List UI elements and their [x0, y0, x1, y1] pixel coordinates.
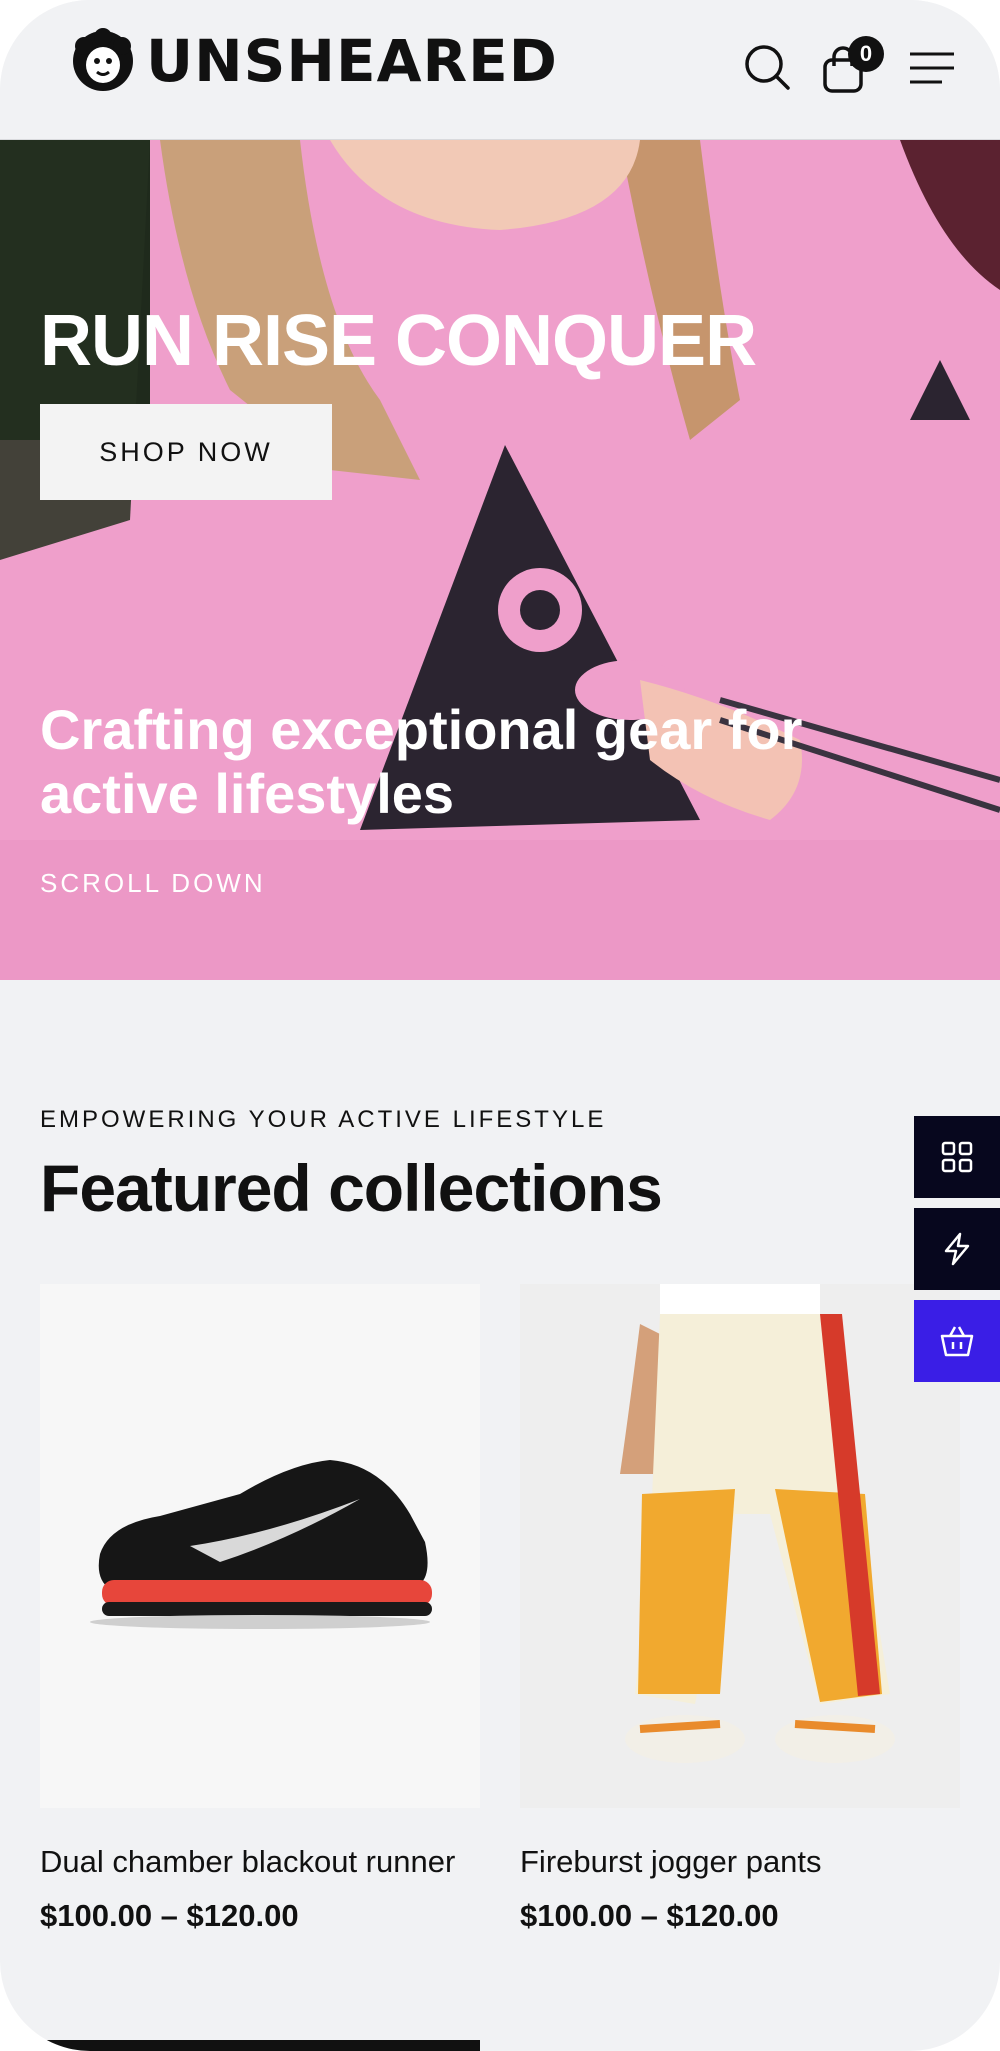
lightning-icon — [944, 1232, 970, 1266]
hamburger-menu-icon[interactable] — [906, 42, 958, 94]
product-price: $100.00 – $120.00 — [520, 1898, 779, 1933]
brand-logo[interactable]: UNSHEARED — [70, 27, 558, 95]
product-name[interactable]: Dual chamber blackout runner — [40, 1842, 480, 1882]
side-lightning-button[interactable] — [914, 1208, 1000, 1290]
scroll-down-link[interactable]: SCROLL DOWN — [40, 868, 266, 899]
grid-icon — [941, 1141, 973, 1173]
app-screen: UNSHEARED 0 RUN RISE CONQUER SHOP NOW Cr… — [0, 0, 1000, 2051]
product-image-sneaker[interactable] — [40, 1284, 480, 1808]
product-image-jogger[interactable] — [520, 1284, 960, 1808]
hero-banner: RUN RISE CONQUER SHOP NOW Crafting excep… — [0, 140, 1000, 980]
side-grid-button[interactable] — [914, 1116, 1000, 1198]
product-card[interactable]: Dual chamber blackout runner $100.00 – $… — [40, 1284, 480, 1934]
product-card[interactable]: Fireburst jogger pants $100.00 – $120.00 — [520, 1284, 960, 1934]
product-name[interactable]: Fireburst jogger pants — [520, 1842, 960, 1882]
product-price: $100.00 – $120.00 — [40, 1898, 299, 1933]
section-eyebrow: EMPOWERING YOUR ACTIVE LIFESTYLE — [40, 1106, 607, 1133]
side-basket-button[interactable] — [914, 1300, 1000, 1382]
sheep-logo-icon — [73, 28, 133, 91]
hero-title: RUN RISE CONQUER — [40, 301, 757, 381]
hero-subtitle: Crafting exceptional gear for active lif… — [40, 698, 803, 825]
hero-photo — [0, 140, 1000, 980]
brand-name: UNSHEARED — [146, 27, 558, 95]
sneaker-illustration — [90, 1460, 432, 1629]
jogger-illustration — [620, 1284, 895, 1763]
shop-now-button[interactable]: SHOP NOW — [40, 404, 332, 500]
search-icon[interactable] — [742, 42, 794, 94]
section-title: Featured collections — [40, 1151, 663, 1225]
basket-icon — [940, 1326, 974, 1357]
site-header: UNSHEARED 0 — [0, 0, 1000, 140]
next-card-edge — [40, 2040, 480, 2051]
cart-count-badge: 0 — [848, 36, 884, 72]
